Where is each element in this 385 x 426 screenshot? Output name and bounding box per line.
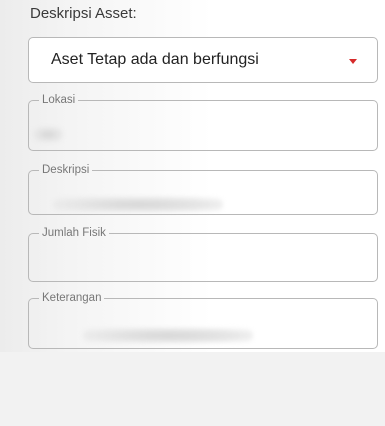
deskripsi-label: Deskripsi <box>42 164 90 176</box>
keterangan-field[interactable]: Keterangan <box>28 292 378 349</box>
lokasi-value-redacted <box>33 127 63 142</box>
deskripsi-field[interactable]: Deskripsi <box>28 164 378 215</box>
asset-form: Deskripsi Asset: Aset Tetap ada dan berf… <box>0 0 385 352</box>
asset-status-dropdown[interactable]: Aset Tetap ada dan berfungsi <box>28 37 378 83</box>
keterangan-value-redacted <box>83 328 253 343</box>
keterangan-label: Keterangan <box>42 292 102 304</box>
chevron-down-icon[interactable] <box>349 59 357 64</box>
section-title: Deskripsi Asset: <box>30 5 137 22</box>
jumlah-fisik-field[interactable]: Jumlah Fisik <box>28 227 378 282</box>
empty-footer-area <box>0 352 385 426</box>
lokasi-field[interactable]: Lokasi <box>28 94 378 151</box>
lokasi-label: Lokasi <box>42 94 76 106</box>
jumlah-fisik-label: Jumlah Fisik <box>42 227 106 239</box>
dropdown-selected-value: Aset Tetap ada dan berfungsi <box>51 51 259 68</box>
deskripsi-value-redacted <box>53 197 223 212</box>
